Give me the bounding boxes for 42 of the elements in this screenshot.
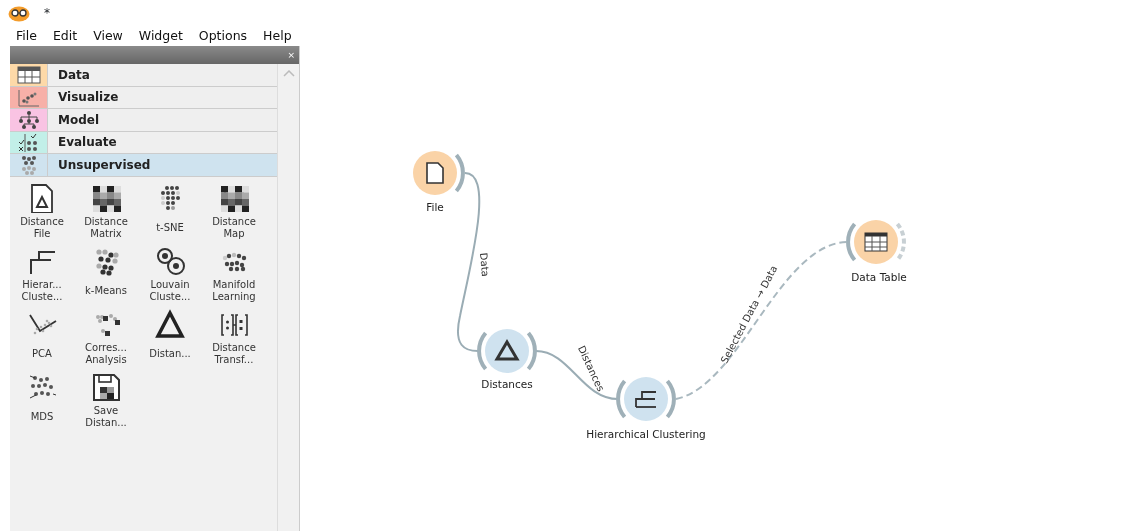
widget-button[interactable]: t-SNE	[138, 179, 202, 243]
node-label: Hierarchical Clustering	[586, 428, 706, 440]
triangle-icon	[494, 339, 520, 361]
menu-item[interactable]: Edit	[44, 26, 86, 46]
widget-button[interactable]: Distance File	[10, 179, 74, 243]
widget-button[interactable]: Distance Transf...	[202, 305, 266, 369]
menu-item[interactable]: View	[85, 26, 131, 46]
widget-button[interactable]: PCA	[10, 305, 74, 369]
widget-button[interactable]: Save Distan...	[74, 368, 138, 432]
widget-button[interactable]: Distance Matrix	[74, 179, 138, 243]
category-tab[interactable]: Evaluate	[10, 131, 278, 154]
widget-button[interactable]: Distance Map	[202, 179, 266, 243]
category-tab[interactable]: Visualize	[10, 86, 278, 109]
menu-item[interactable]: Widget	[130, 26, 191, 46]
widget-button[interactable]: Hierar... Cluste...	[10, 242, 74, 306]
menu-item[interactable]: File	[8, 26, 45, 46]
category-tab[interactable]: Data	[10, 64, 278, 87]
widget-node[interactable]	[477, 329, 537, 373]
widget-button[interactable]: Distan...	[138, 305, 202, 369]
menu-item[interactable]: Options	[190, 26, 256, 46]
rings-icon	[155, 245, 185, 276]
widget-button[interactable]: k-Means	[74, 242, 138, 306]
category-tab[interactable]: Unsupervised	[10, 154, 278, 177]
widget-button[interactable]: Manifold Learning	[202, 242, 266, 306]
widget-node[interactable]	[616, 377, 676, 421]
link-label: Data	[477, 252, 491, 278]
close-button[interactable]: ×	[287, 50, 295, 60]
triangle-icon	[155, 308, 185, 339]
document-icon	[426, 162, 444, 184]
app-logo	[8, 5, 30, 22]
window-title: *	[44, 5, 50, 22]
node-label: Distances	[481, 378, 533, 390]
table-icon	[864, 232, 888, 252]
node-label: File	[426, 201, 444, 213]
widget-button[interactable]: MDS	[10, 368, 74, 432]
menu-item[interactable]: Help	[255, 26, 300, 46]
category-tab[interactable]: Model	[10, 109, 278, 132]
table-icon	[15, 64, 42, 86]
node-label: Data Table	[851, 271, 907, 283]
widget-button[interactable]: Corres... Analysis	[74, 305, 138, 369]
dendrogram-icon	[635, 391, 657, 408]
widget-button[interactable]: Louvain Cluste...	[138, 242, 202, 306]
